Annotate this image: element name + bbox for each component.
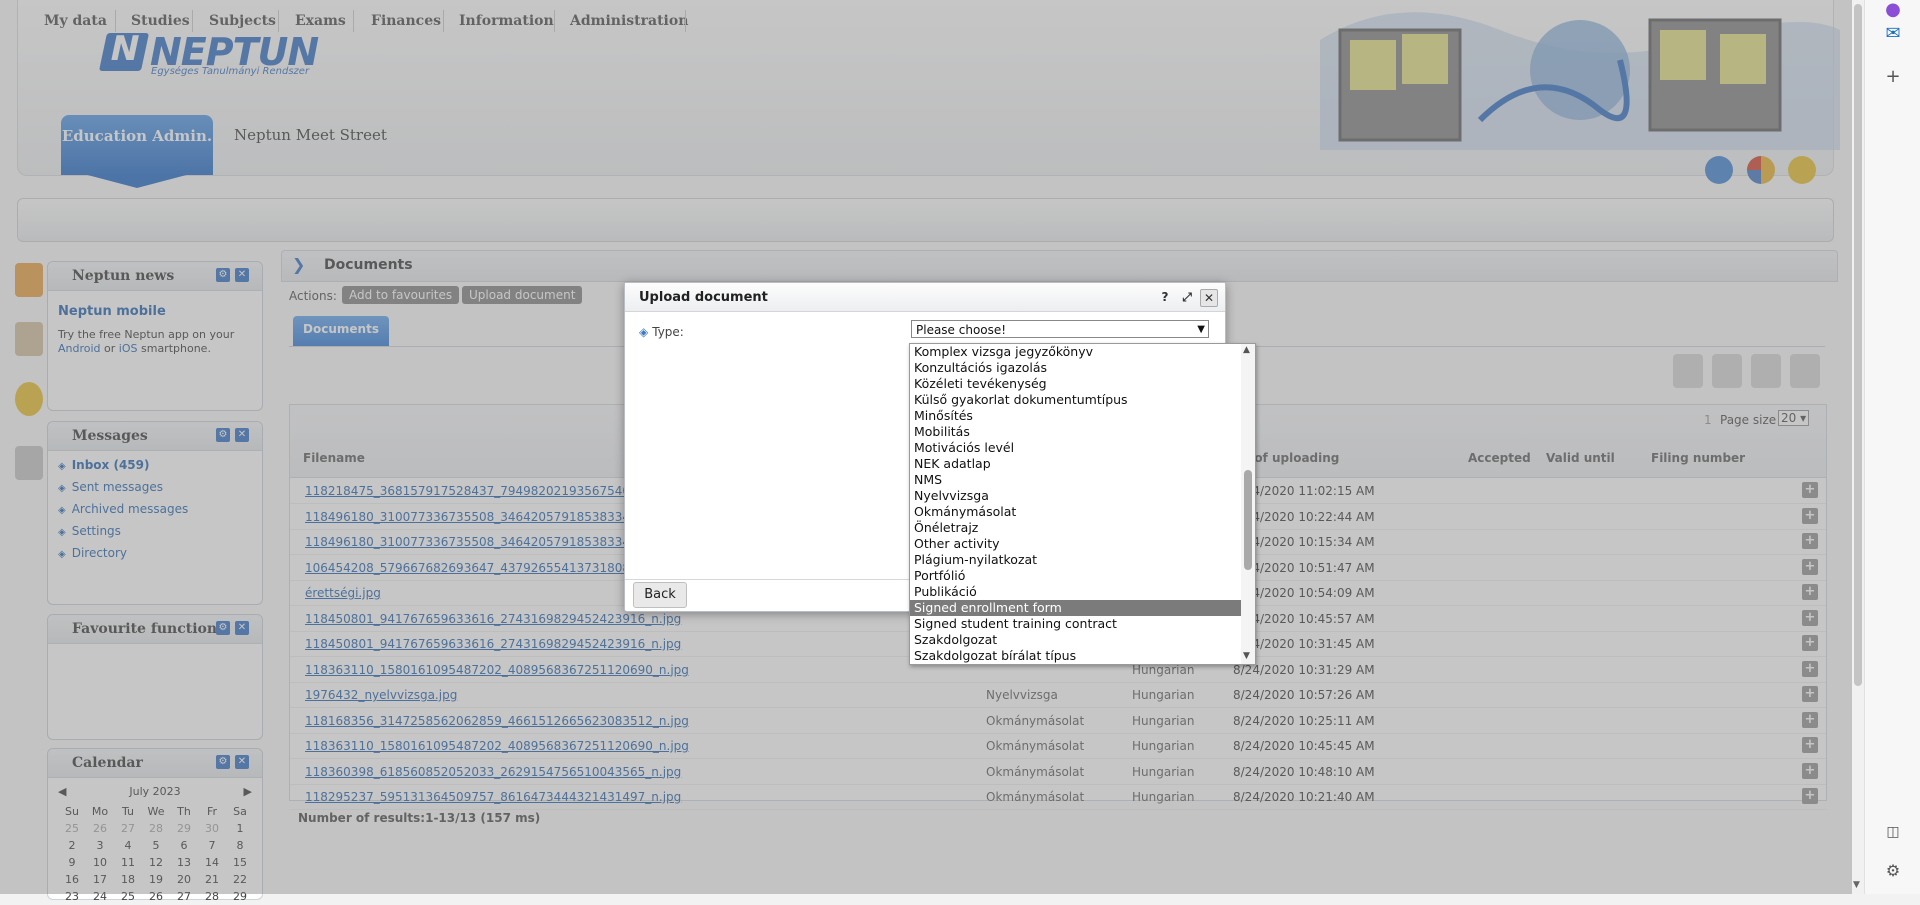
dropdown-option[interactable]: Signed student training contract xyxy=(910,616,1241,632)
scroll-up-icon[interactable]: ▲ xyxy=(1243,345,1250,355)
dropdown-option[interactable]: Motivációs levél xyxy=(910,440,1241,456)
page-scroll-thumb[interactable] xyxy=(1854,4,1862,686)
dropdown-option[interactable]: Külső gyakorlat dokumentumtípus xyxy=(910,392,1241,408)
browser-sidebar: ● ✉ + ◫ ⚙ xyxy=(1864,0,1920,894)
help-icon[interactable]: ? xyxy=(1157,289,1173,305)
dropdown-option[interactable]: Portfólió xyxy=(910,568,1241,584)
back-button[interactable]: Back xyxy=(633,582,687,608)
page-scrollbar[interactable]: ▼ xyxy=(1852,0,1864,894)
add-icon[interactable]: + xyxy=(1883,67,1903,87)
scroll-down-icon[interactable]: ▼ xyxy=(1853,880,1860,890)
dropdown-scrollbar[interactable]: ▲ ▼ xyxy=(1241,344,1255,664)
dropdown-option[interactable]: Plágium-nyilatkozat xyxy=(910,552,1241,568)
gear-icon[interactable]: ⚙ xyxy=(1883,861,1903,881)
type-dropdown-list[interactable]: Komplex vizsga jegyzőkönyv Konzultációs i… xyxy=(909,343,1256,665)
dropdown-option[interactable]: NEK adatlap xyxy=(910,456,1241,472)
scroll-down-icon[interactable]: ▼ xyxy=(1243,651,1250,661)
dropdown-option[interactable]: Signed enrollment form xyxy=(910,600,1241,616)
dropdown-option[interactable]: Publikáció xyxy=(910,584,1241,600)
dropdown-option[interactable]: Nyelvvizsga xyxy=(910,488,1241,504)
dialog-title: Upload document xyxy=(639,290,768,305)
chevron-down-icon: ▼ xyxy=(1197,324,1205,335)
dropdown-option[interactable]: Minősítés xyxy=(910,408,1241,424)
dropdown-option[interactable]: Közéleti tevékenység xyxy=(910,376,1241,392)
dropdown-option[interactable]: Okmánymásolat xyxy=(910,504,1241,520)
dropdown-option[interactable]: Szakdolgozat bírálat típus xyxy=(910,648,1241,664)
type-select[interactable]: Please choose! ▼ xyxy=(911,320,1209,338)
dropdown-option[interactable]: NMS xyxy=(910,472,1241,488)
dropdown-option[interactable]: Szakdolgozat xyxy=(910,632,1241,648)
outlook-icon[interactable]: ✉ xyxy=(1883,24,1903,44)
dropdown-option[interactable]: Komplex vizsga jegyzőkönyv xyxy=(910,344,1241,360)
dropdown-scroll-thumb[interactable] xyxy=(1244,470,1252,570)
dropdown-option[interactable]: Önéletrajz xyxy=(910,520,1241,536)
dropdown-option[interactable]: Konzultációs igazolás xyxy=(910,360,1241,376)
copilot-icon[interactable]: ● xyxy=(1883,0,1903,20)
dropdown-option[interactable]: Mobilitás xyxy=(910,424,1241,440)
dropdown-option[interactable]: Other activity xyxy=(910,536,1241,552)
dropdown-options: Komplex vizsga jegyzőkönyv Konzultációs i… xyxy=(910,344,1241,664)
sidebar-toggle-icon[interactable]: ◫ xyxy=(1883,822,1903,842)
popout-icon[interactable]: ⤢ xyxy=(1179,289,1195,305)
close-icon[interactable]: ✕ xyxy=(1200,289,1218,307)
dialog-header: Upload document ? ⤢ ✕ xyxy=(625,283,1225,312)
type-label: ◈ Type: xyxy=(639,325,684,339)
